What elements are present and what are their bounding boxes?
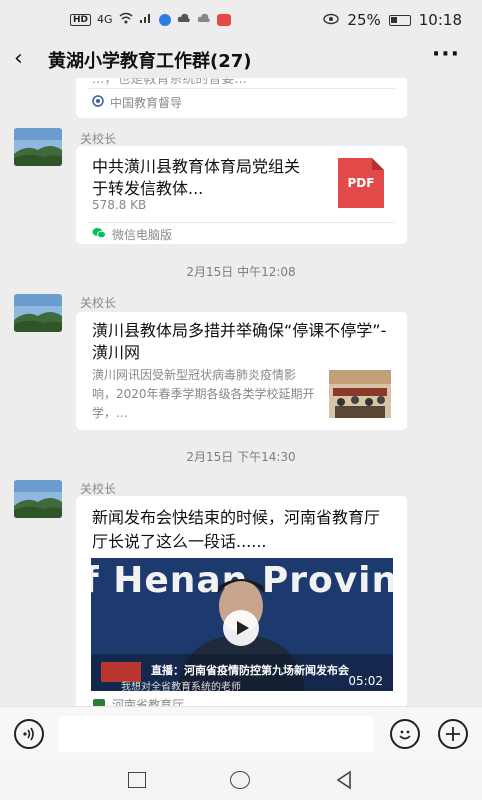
signal-icon [139, 12, 153, 27]
eye-comfort-icon [323, 11, 340, 29]
seal-icon [92, 95, 104, 110]
message-list[interactable]: ...，也是教育系统的普要... 中国教育督导 关校长 中共潢川县教育体育局党组… [0, 78, 482, 706]
emoji-icon[interactable] [390, 719, 420, 749]
play-icon[interactable] [223, 610, 259, 646]
file-title: 中共潢川县教育体育局党组关于转发信教体... [92, 157, 301, 198]
timestamp: 2月15日 下午14:30 [186, 450, 296, 464]
avatar-landscape-icon [14, 128, 62, 166]
source-name: 中国教育督导 [110, 96, 183, 110]
video-subtitle: 我想对全省教育系统的老师 [121, 682, 241, 691]
pdf-badge: PDF [347, 176, 375, 190]
network-label: 4G [97, 13, 113, 26]
video-message-card[interactable]: 新闻发布会快结束的时候，河南省教育厅厅长说了这么一段话...... f Hena… [76, 496, 407, 706]
sender-name: 关校长 [80, 296, 117, 310]
status-bar: HD 4G 25% 10:18 [0, 0, 482, 40]
divider [88, 222, 395, 223]
battery-percent: 25% [347, 11, 381, 29]
divider [88, 88, 395, 89]
hd-icon: HD [70, 13, 92, 26]
page-title: 黄湖小学教育工作群(27) [48, 51, 252, 72]
article-description: 潢川网讯因受新型冠状病毒肺炎疫情影响，2020年春季学期各级各类学校延期开学，.… [92, 368, 315, 420]
article-message-card[interactable]: 潢川县教体局多措并举确保“停课不停学”-潢川网 潢川网讯因受新型冠状病毒肺炎疫情… [76, 312, 407, 430]
message-card-partial[interactable]: ...，也是教育系统的普要... 中国教育督导 [76, 78, 407, 118]
recent-apps-icon[interactable] [128, 772, 146, 788]
video-caption: 直播：河南省疫情防控第九场新闻发布会 [151, 664, 349, 677]
home-icon[interactable] [230, 771, 250, 789]
avatar[interactable] [14, 294, 62, 332]
file-size: 578.8 KB [92, 198, 147, 212]
video-thumbnail[interactable]: f Henan Provinc 直播：河南省疫情防控第九场新闻发布会 我想对全省… [91, 558, 393, 691]
wifi-icon [119, 12, 133, 27]
clock: 10:18 [418, 11, 462, 29]
video-title: 新闻发布会快结束的时候，河南省教育厅厅长说了这么一段话...... [92, 508, 381, 551]
app-notification-icon [158, 13, 171, 26]
source-name: 河南省教育厅 [112, 698, 185, 706]
pdf-file-icon: PDF [338, 158, 384, 208]
source-name: 微信电脑版 [112, 228, 173, 242]
input-bar [0, 706, 482, 760]
message-input[interactable] [58, 716, 374, 752]
article-title: 潢川县教体局多措并举确保“停课不停学”-潢川网 [92, 321, 387, 362]
avatar[interactable] [14, 128, 62, 166]
battery-icon [388, 14, 411, 26]
system-nav-bar [0, 760, 482, 800]
sender-name: 关校长 [80, 482, 117, 496]
video-duration: 05:02 [348, 674, 383, 688]
more-options-icon[interactable]: ··· [432, 42, 460, 67]
avatar-landscape-icon [14, 480, 62, 518]
cloud-outline-icon [197, 13, 211, 26]
back-nav-icon[interactable] [334, 769, 354, 796]
timestamp: 2月15日 中午12:08 [186, 265, 296, 279]
message-source: 河南省教育厅 [92, 696, 184, 706]
message-partial-text: ...，也是教育系统的普要... [92, 78, 247, 87]
app-badge-icon [216, 13, 231, 26]
channel-icon [92, 697, 106, 706]
wechat-icon [92, 227, 106, 242]
avatar[interactable] [14, 480, 62, 518]
add-more-icon[interactable] [438, 719, 468, 749]
voice-input-icon[interactable] [14, 719, 44, 749]
message-source: 中国教育督导 [92, 94, 182, 111]
chat-header: ‹ 黄湖小学教育工作群(27) ··· [0, 40, 482, 78]
file-message-card[interactable]: 中共潢川县教育体育局党组关于转发信教体... 578.8 KB PDF 微信电脑… [76, 146, 407, 244]
article-thumbnail [329, 370, 391, 418]
back-icon[interactable]: ‹ [14, 46, 23, 71]
sender-name: 关校长 [80, 132, 117, 146]
cloud-icon [177, 13, 191, 26]
message-source: 微信电脑版 [92, 226, 172, 243]
avatar-landscape-icon [14, 294, 62, 332]
